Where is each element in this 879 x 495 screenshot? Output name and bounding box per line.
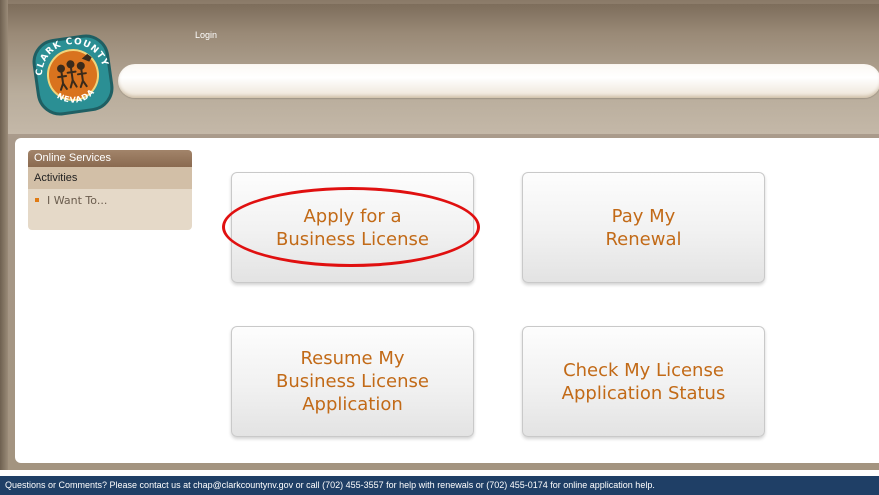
- tile-label: Resume My Business License Application: [276, 348, 429, 415]
- header-bar: [118, 64, 879, 98]
- sidebar-section-activities: Activities: [28, 167, 192, 189]
- tile-label: Apply for a Business License: [276, 205, 429, 250]
- sidebar-item-label: I Want To...: [47, 194, 108, 207]
- sidebar-title: Online Services: [28, 150, 192, 167]
- tile-label: Check My License Application Status: [561, 359, 726, 404]
- login-link[interactable]: Login: [195, 30, 217, 40]
- sidebar: Online Services Activities I Want To...: [28, 150, 192, 230]
- clark-county-logo[interactable]: CLARK COUNTY NEVADA: [28, 30, 118, 120]
- check-license-status-button[interactable]: Check My License Application Status: [522, 326, 765, 437]
- tile-label: Pay My Renewal: [605, 205, 682, 250]
- resume-application-button[interactable]: Resume My Business License Application: [231, 326, 474, 437]
- footer-contact-bar: Questions or Comments? Please contact us…: [0, 476, 879, 495]
- frame-edge: [0, 0, 8, 470]
- pay-renewal-button[interactable]: Pay My Renewal: [522, 172, 765, 283]
- site-header: Login: [8, 4, 879, 134]
- sidebar-item-i-want-to[interactable]: I Want To...: [35, 194, 107, 207]
- bullet-icon: [35, 198, 39, 202]
- apply-business-license-button[interactable]: Apply for a Business License: [231, 172, 474, 283]
